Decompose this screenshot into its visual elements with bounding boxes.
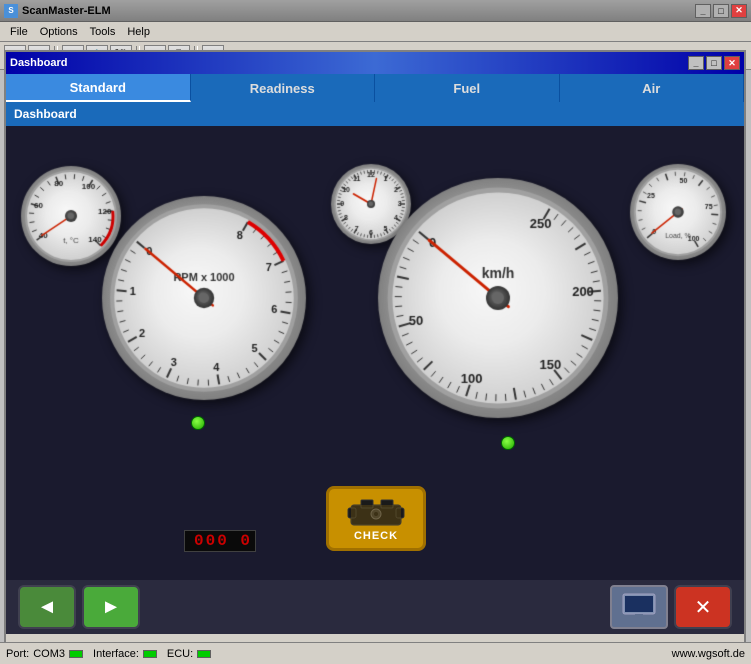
port-led xyxy=(69,650,83,658)
dashboard-controls: _ □ ✕ xyxy=(688,56,740,70)
minimize-button[interactable]: _ xyxy=(695,4,711,18)
bottom-bar: ◄ ► ✕ xyxy=(6,580,744,634)
dashboard-title-bar: Dashboard _ □ ✕ xyxy=(6,52,744,74)
speed-led xyxy=(501,436,515,450)
app-title: ScanMaster-ELM xyxy=(22,5,111,17)
dash-maximize[interactable]: □ xyxy=(706,56,722,70)
engine-icon xyxy=(346,495,406,530)
rpm-led xyxy=(191,416,205,430)
panel-label: Dashboard xyxy=(6,102,744,126)
menu-file[interactable]: File xyxy=(4,25,34,39)
tab-fuel[interactable]: Fuel xyxy=(375,74,560,102)
monitor-button[interactable] xyxy=(610,585,668,629)
menu-tools[interactable]: Tools xyxy=(84,25,122,39)
interface-status: Interface: xyxy=(93,648,157,660)
exit-button[interactable]: ✕ xyxy=(674,585,732,629)
dash-close[interactable]: ✕ xyxy=(724,56,740,70)
window-controls: _ □ ✕ xyxy=(695,4,747,18)
ecu-status: ECU: xyxy=(167,648,211,660)
rpm-digit-display: 000 0 xyxy=(184,530,256,552)
dash-minimize[interactable]: _ xyxy=(688,56,704,70)
interface-led xyxy=(143,650,157,658)
forward-button[interactable]: ► xyxy=(82,585,140,629)
menu-options[interactable]: Options xyxy=(34,25,84,39)
tab-standard[interactable]: Standard xyxy=(6,74,191,102)
ecu-led xyxy=(197,650,211,658)
menu-help[interactable]: Help xyxy=(121,25,156,39)
app-icon: S xyxy=(4,4,18,18)
monitor-icon xyxy=(621,592,657,622)
close-button[interactable]: ✕ xyxy=(731,4,747,18)
dashboard-main: 000 0 CHECK xyxy=(6,126,744,580)
tab-air[interactable]: Air xyxy=(560,74,745,102)
app-title-bar: S ScanMaster-ELM _ □ ✕ xyxy=(0,0,751,22)
tab-bar: Standard Readiness Fuel Air xyxy=(6,74,744,102)
check-engine-light: CHECK xyxy=(326,486,426,551)
back-button[interactable]: ◄ xyxy=(18,585,76,629)
menu-bar: File Options Tools Help xyxy=(0,22,751,42)
tab-readiness[interactable]: Readiness xyxy=(191,74,376,102)
dashboard-window: Dashboard _ □ ✕ Standard Readiness Fuel … xyxy=(4,50,746,650)
dashboard-title: Dashboard xyxy=(10,57,67,69)
status-bar: Port: COM3 Interface: ECU: www.wgsoft.de xyxy=(0,642,751,664)
check-label: CHECK xyxy=(354,530,398,542)
website: www.wgsoft.de xyxy=(672,648,745,660)
port-status: Port: COM3 xyxy=(6,648,83,660)
maximize-button[interactable]: □ xyxy=(713,4,729,18)
